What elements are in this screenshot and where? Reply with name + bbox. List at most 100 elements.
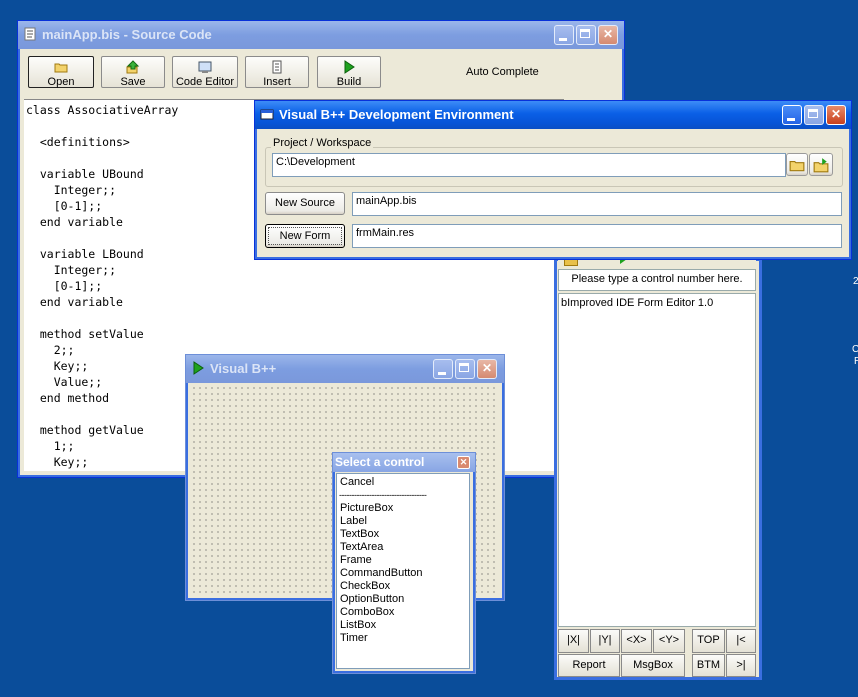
minimize-button[interactable] <box>782 105 802 125</box>
list-separator: ----------------------------------- <box>339 490 427 500</box>
close-icon: ✕ <box>602 27 614 41</box>
code-line: method setValue <box>26 327 144 341</box>
document-icon <box>24 27 36 41</box>
list-item-control[interactable]: TextArea <box>338 541 385 554</box>
minimize-button[interactable] <box>554 25 574 45</box>
minimize-icon <box>438 372 446 375</box>
list-item-control[interactable]: TextBox <box>338 528 381 541</box>
select-control-titlebar[interactable]: Select a control <box>333 453 475 472</box>
folder-icon <box>564 259 578 266</box>
list-item-control[interactable]: OptionButton <box>338 593 406 606</box>
new-source-button[interactable]: New Source <box>265 192 345 215</box>
center-y-button[interactable]: <Y> <box>653 629 685 653</box>
report-button[interactable]: Report <box>558 654 620 677</box>
bottom-button[interactable]: BTM <box>692 654 725 677</box>
list-item-control[interactable]: CheckBox <box>338 580 392 593</box>
desktop-edge-text: 2 <box>853 276 858 287</box>
msgbox-label: MsgBox <box>633 659 673 671</box>
minimize-icon <box>787 118 795 121</box>
insert-icon <box>272 60 282 74</box>
auto-complete-label: Auto Complete <box>466 66 539 78</box>
new-source-label: New Source <box>275 197 335 209</box>
right-edge-label: >| <box>736 659 746 671</box>
new-source-value: mainApp.bis <box>356 195 417 207</box>
close-button[interactable]: ✕ <box>826 105 846 125</box>
folder-open-icon <box>789 161 805 172</box>
maximize-button[interactable] <box>576 25 596 45</box>
folder-load-icon <box>813 158 829 173</box>
desktop-edge-text: C <box>852 344 858 355</box>
close-button[interactable]: ✕ <box>477 359 497 379</box>
align-y-label: |Y| <box>598 634 612 646</box>
code-editor-icon <box>198 61 212 73</box>
load-workspace-button[interactable] <box>809 153 833 176</box>
msgbox-button[interactable]: MsgBox <box>621 654 685 677</box>
open-button[interactable]: Open <box>28 56 94 88</box>
align-y-button[interactable]: |Y| <box>590 629 620 653</box>
new-source-input[interactable]: mainApp.bis <box>352 192 842 216</box>
insert-button[interactable]: Insert <box>245 56 309 88</box>
workspace-path-value: C:\Development <box>276 156 355 168</box>
form-editor-log-text: bImproved IDE Form Editor 1.0 <box>561 297 714 309</box>
align-x-label: |X| <box>566 634 581 646</box>
close-icon: ✕ <box>481 361 493 375</box>
code-line: Integer;; <box>26 263 117 277</box>
select-control-title: Select a control <box>335 455 425 469</box>
code-editor-button-label: Code Editor <box>175 76 235 88</box>
control-list[interactable]: Cancel ---------------------------------… <box>336 473 470 669</box>
new-form-value: frmMain.res <box>356 227 415 239</box>
new-form-input[interactable]: frmMain.res <box>352 224 842 248</box>
insert-button-label: Insert <box>263 76 291 88</box>
save-button-label: Save <box>120 76 146 88</box>
code-line: [0-1];; <box>26 279 103 293</box>
dev-window-titlebar[interactable]: Visual B++ Development Environment <box>255 101 851 129</box>
source-window-title: mainApp.bis - Source Code <box>42 27 212 42</box>
maximize-button[interactable] <box>455 359 475 379</box>
close-icon: ✕ <box>459 457 468 467</box>
list-item-control[interactable]: ListBox <box>338 619 378 632</box>
workspace-path-input[interactable]: C:\Development <box>272 153 786 177</box>
save-button[interactable]: Save <box>101 56 165 88</box>
save-icon <box>126 60 140 74</box>
maximize-icon <box>459 363 469 372</box>
form-editor-log: bImproved IDE Form Editor 1.0 <box>558 293 756 627</box>
source-window-titlebar[interactable]: mainApp.bis - Source Code <box>18 21 624 49</box>
close-button[interactable]: ✕ <box>457 456 470 469</box>
close-button[interactable]: ✕ <box>598 25 618 45</box>
bottom-label: BTM <box>696 659 721 671</box>
center-x-label: <X> <box>626 634 647 646</box>
desktop-edge-text: R <box>854 356 858 367</box>
minimize-button[interactable] <box>433 359 453 379</box>
browse-folder-button[interactable] <box>786 153 808 176</box>
top-button[interactable]: TOP <box>692 629 725 653</box>
list-item-cancel[interactable]: Cancel <box>338 476 376 489</box>
list-item-control[interactable]: CommandButton <box>338 567 425 580</box>
center-x-button[interactable]: <X> <box>621 629 652 653</box>
dev-window-title: Visual B++ Development Environment <box>279 107 514 122</box>
open-button-label: Open <box>47 76 75 88</box>
top-label: TOP <box>697 634 720 646</box>
list-item-control[interactable]: PictureBox <box>338 502 395 515</box>
build-button-label: Build <box>336 76 362 88</box>
build-button[interactable]: Build <box>317 56 381 88</box>
left-edge-button[interactable]: |< <box>726 629 756 653</box>
code-editor-button[interactable]: Code Editor <box>172 56 238 88</box>
list-item-control[interactable]: Timer <box>338 632 370 645</box>
list-item-control[interactable]: Frame <box>338 554 374 567</box>
align-x-button[interactable]: |X| <box>558 629 589 653</box>
build-play-icon <box>344 60 355 74</box>
list-item-control[interactable]: Label <box>338 515 369 528</box>
left-edge-label: |< <box>736 634 746 646</box>
control-number-hint: Please type a control number here. <box>571 273 743 285</box>
list-item-control[interactable]: ComboBox <box>338 606 396 619</box>
play-icon <box>193 361 204 375</box>
vb-window-title: Visual B++ <box>210 361 277 376</box>
form-editor-toolbar-strip <box>558 259 756 267</box>
new-form-button[interactable]: New Form <box>265 224 345 248</box>
maximize-button[interactable] <box>804 105 824 125</box>
open-folder-icon <box>54 63 68 73</box>
right-edge-button[interactable]: >| <box>726 654 756 677</box>
control-number-input[interactable]: Please type a control number here. <box>558 269 756 291</box>
center-y-label: <Y> <box>658 634 680 646</box>
